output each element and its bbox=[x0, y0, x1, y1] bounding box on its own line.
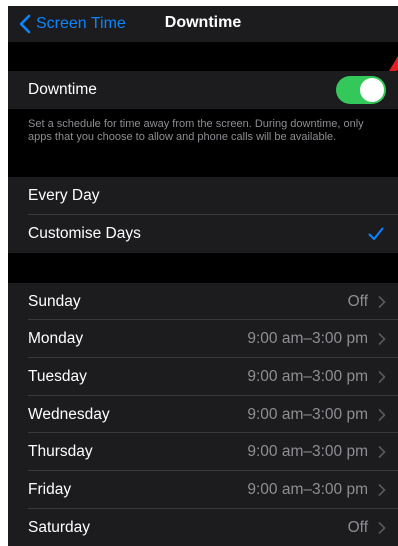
day-label: Monday bbox=[28, 330, 84, 347]
schedule-option-label: Every Day bbox=[28, 187, 100, 204]
day-row-thursday[interactable]: Thursday 9:00 am–3:00 pm bbox=[8, 433, 398, 471]
day-value: Off bbox=[347, 518, 368, 536]
day-value: 9:00 am–3:00 pm bbox=[247, 481, 368, 498]
day-value: 9:00 am–3:00 pm bbox=[247, 330, 368, 347]
checkmark-icon bbox=[368, 227, 384, 240]
chevron-right-icon bbox=[378, 484, 386, 496]
downtime-row: Downtime bbox=[8, 71, 398, 109]
day-label: Wednesday bbox=[28, 405, 110, 423]
chevron-right-icon bbox=[378, 333, 386, 345]
day-label: Thursday bbox=[28, 443, 93, 460]
page-title: Downtime bbox=[164, 14, 242, 31]
downtime-description: Set a schedule for time away from the sc… bbox=[28, 118, 364, 143]
downtime-toggle[interactable] bbox=[336, 76, 386, 104]
day-label: Friday bbox=[28, 481, 72, 498]
day-value: 9:00 am–3:00 pm bbox=[247, 443, 368, 460]
day-row-sunday[interactable]: Sunday Off bbox=[8, 283, 398, 320]
chevron-right-icon bbox=[378, 295, 386, 308]
day-value: Off bbox=[347, 292, 368, 310]
screen: Screen Time Downtime Downtime Set a sche… bbox=[8, 6, 398, 546]
downtime-label: Downtime bbox=[28, 81, 97, 98]
day-value: 9:00 am–3:00 pm bbox=[247, 368, 368, 385]
schedule-option-label: Customise Days bbox=[28, 225, 141, 242]
day-label: Saturday bbox=[28, 518, 91, 536]
schedule-option-every-day[interactable]: Every Day bbox=[8, 177, 398, 215]
chevron-right-icon bbox=[378, 521, 386, 534]
schedule-option-customise-days[interactable]: Customise Days bbox=[8, 215, 398, 253]
chevron-right-icon bbox=[378, 371, 386, 383]
day-row-monday[interactable]: Monday 9:00 am–3:00 pm bbox=[8, 320, 398, 358]
day-value: 9:00 am–3:00 pm bbox=[247, 405, 368, 423]
day-row-tuesday[interactable]: Tuesday 9:00 am–3:00 pm bbox=[8, 358, 398, 396]
chevron-right-icon bbox=[378, 408, 386, 421]
day-row-saturday[interactable]: Saturday Off bbox=[8, 509, 398, 546]
navigation-bar: Screen Time Downtime bbox=[8, 6, 398, 42]
day-row-wednesday[interactable]: Wednesday 9:00 am–3:00 pm bbox=[8, 396, 398, 433]
chevron-right-icon bbox=[378, 446, 386, 458]
day-label: Sunday bbox=[28, 292, 81, 310]
toggle-knob bbox=[360, 78, 384, 102]
day-row-friday[interactable]: Friday 9:00 am–3:00 pm bbox=[8, 471, 398, 509]
day-label: Tuesday bbox=[28, 368, 87, 385]
